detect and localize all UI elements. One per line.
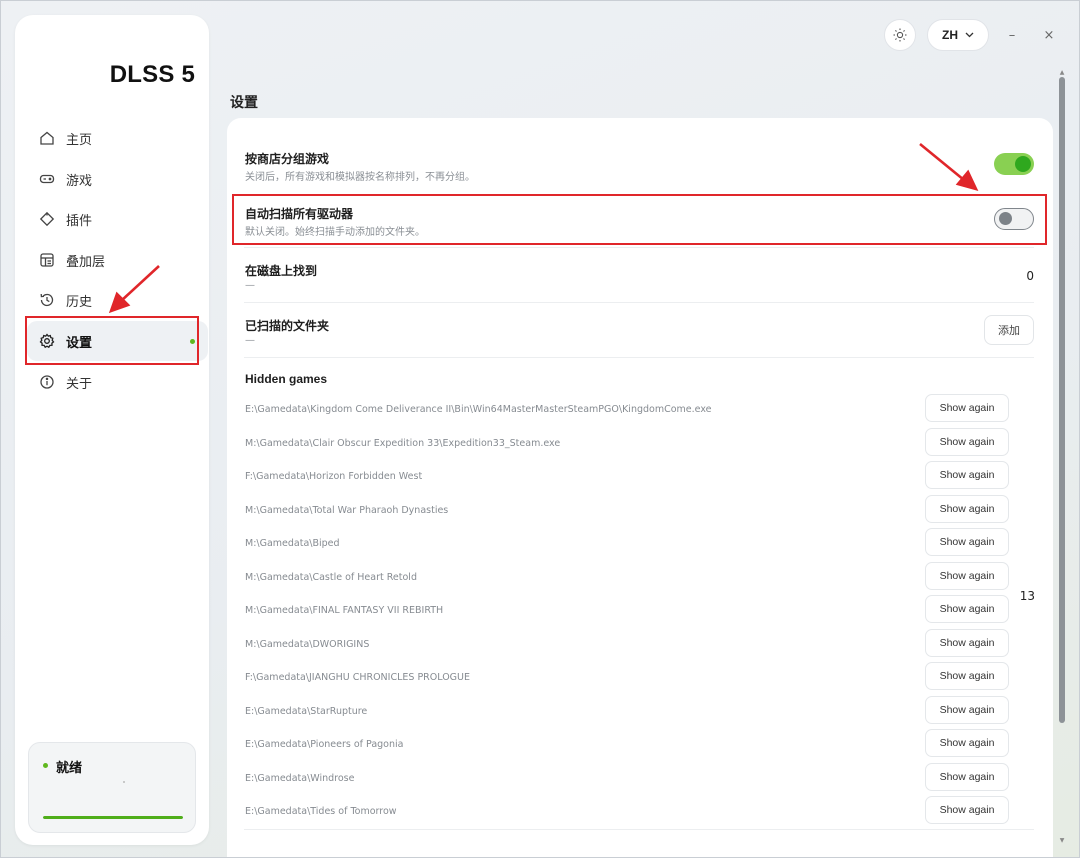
- status-progress-bar: [43, 816, 183, 819]
- group-by-store-desc: 关闭后，所有游戏和模拟器按名称排列，不再分组。: [245, 172, 475, 183]
- status-dot: [43, 763, 48, 768]
- hidden-game-path: M:\Gamedata\DWORIGINS: [245, 638, 370, 650]
- hidden-game-path: E:\Gamedata\Windrose: [245, 772, 355, 784]
- language-label: ZH: [942, 28, 958, 42]
- page-title: 设置: [230, 95, 258, 111]
- sidebar-item-overlay[interactable]: 叠加层: [27, 240, 208, 280]
- annotation-highlight-settings: [25, 316, 199, 365]
- found-on-disk-title: 在磁盘上找到: [245, 264, 318, 278]
- close-icon: ×: [1043, 27, 1055, 43]
- hidden-game-path: F:\Gamedata\Horizon Forbidden West: [245, 471, 423, 482]
- close-button[interactable]: ×: [1039, 23, 1059, 47]
- chevron-down-icon: [965, 32, 974, 38]
- theme-toggle-button[interactable]: [884, 19, 916, 51]
- puzzle-icon: [39, 211, 55, 227]
- sidebar-item-label: 插件: [66, 213, 93, 229]
- language-select[interactable]: ZH: [927, 19, 989, 51]
- sidebar-item-label: 主页: [66, 132, 93, 148]
- scroll-up-arrow[interactable]: ▲: [1058, 69, 1066, 77]
- divider: [244, 302, 1034, 303]
- show-again-button[interactable]: Show again: [925, 796, 1009, 824]
- gamepad-icon: [39, 171, 55, 187]
- sidebar-item-label: 历史: [66, 294, 93, 310]
- sidebar-item-plugins[interactable]: 插件: [27, 199, 208, 239]
- divider: [244, 829, 1034, 830]
- found-on-disk-desc: —: [245, 280, 255, 291]
- hidden-game-path: M:\Gamedata\FINAL FANTASY VII REBIRTH: [245, 605, 444, 616]
- scanned-folders-desc: —: [245, 335, 255, 346]
- status-card: 就绪: [28, 742, 196, 833]
- hidden-game-path: M:\Gamedata\Clair Obscur Expedition 33\E…: [245, 437, 561, 449]
- hidden-game-path: E:\Gamedata\Tides of Tomorrow: [245, 806, 397, 817]
- history-icon: [39, 292, 55, 308]
- hidden-game-path: E:\Gamedata\Pioneers of Pagonia: [245, 739, 404, 750]
- sidebar: DLSS 5 主页 游戏 插件 叠加层 历史 设置 关于 就绪: [15, 15, 209, 845]
- sidebar-item-about[interactable]: 关于: [27, 362, 208, 402]
- hidden-game-path: E:\Gamedata\Kingdom Come Deliverance II\…: [245, 404, 712, 415]
- sidebar-item-games[interactable]: 游戏: [27, 159, 208, 199]
- group-by-store-title: 按商店分组游戏: [245, 152, 330, 166]
- sidebar-item-label: 游戏: [66, 173, 93, 189]
- show-again-button[interactable]: Show again: [925, 561, 1009, 590]
- show-again-button[interactable]: Show again: [925, 494, 1009, 523]
- overlay-icon: [39, 252, 55, 268]
- info-icon: [39, 374, 55, 390]
- show-again-button[interactable]: Show again: [925, 628, 1009, 657]
- divider: [244, 247, 1034, 248]
- show-again-button[interactable]: Show again: [925, 595, 1009, 623]
- status-detail-mark: [123, 781, 125, 783]
- show-again-button[interactable]: Show again: [925, 427, 1009, 456]
- sidebar-item-label: 叠加层: [66, 254, 106, 270]
- show-again-button[interactable]: Show again: [925, 695, 1009, 724]
- sidebar-item-label: 关于: [66, 376, 93, 392]
- hidden-game-path: E:\Gamedata\StarRupture: [245, 705, 368, 717]
- show-again-button[interactable]: Show again: [925, 394, 1009, 422]
- toggle-knob: [1015, 156, 1031, 172]
- scroll-down-arrow[interactable]: ▼: [1058, 837, 1066, 845]
- show-again-button[interactable]: Show again: [925, 662, 1009, 690]
- sun-icon: [893, 28, 907, 42]
- hidden-game-path: M:\Gamedata\Biped: [245, 538, 340, 549]
- app-logo: DLSS 5: [109, 61, 195, 88]
- show-again-button[interactable]: Show again: [925, 528, 1009, 556]
- scrollbar-thumb[interactable]: [1059, 77, 1065, 723]
- hidden-game-path: F:\Gamedata\JIANGHU CHRONICLES PROLOGUE: [245, 672, 470, 683]
- show-again-button[interactable]: Show again: [925, 762, 1009, 791]
- minimize-button[interactable]: –: [1002, 23, 1022, 47]
- sidebar-item-home[interactable]: 主页: [27, 118, 208, 158]
- divider: [244, 357, 1034, 358]
- hidden-game-path: M:\Gamedata\Total War Pharaoh Dynasties: [245, 504, 449, 516]
- status-progress-fill: [43, 816, 183, 819]
- app-window: DLSS 5 主页 游戏 插件 叠加层 历史 设置 关于 就绪 ZH – × 设…: [0, 0, 1080, 858]
- show-again-button[interactable]: Show again: [925, 461, 1009, 489]
- home-icon: [39, 130, 55, 146]
- add-folder-button[interactable]: 添加: [984, 315, 1034, 345]
- status-label: 就绪: [56, 761, 83, 776]
- hidden-game-path: M:\Gamedata\Castle of Heart Retold: [245, 571, 417, 583]
- found-on-disk-value: 0: [1026, 269, 1034, 283]
- annotation-highlight-auto-scan: [232, 194, 1047, 245]
- group-by-store-toggle[interactable]: [994, 153, 1034, 175]
- sidebar-item-history[interactable]: 历史: [27, 280, 208, 320]
- hidden-games-title: Hidden games: [245, 372, 328, 386]
- scanned-folders-title: 已扫描的文件夹: [245, 319, 330, 333]
- hidden-games-count: 13: [1019, 589, 1035, 603]
- minimize-icon: –: [1008, 27, 1016, 43]
- show-again-button[interactable]: Show again: [925, 729, 1009, 757]
